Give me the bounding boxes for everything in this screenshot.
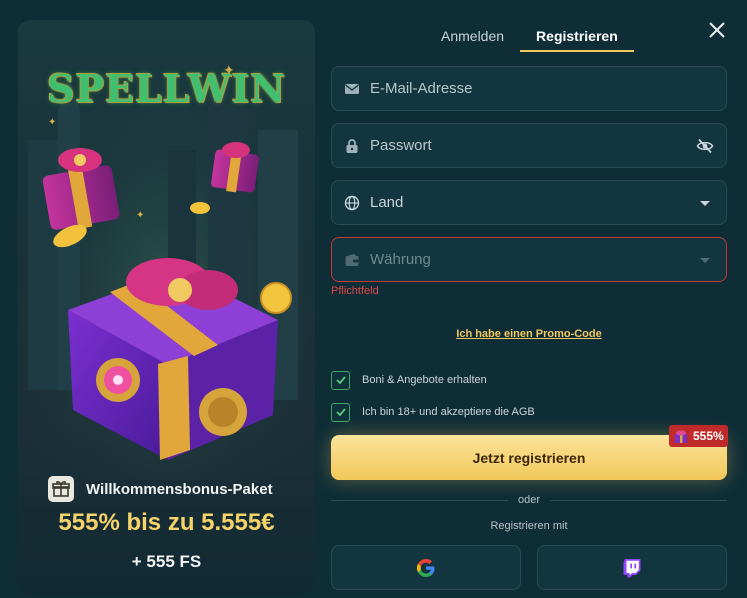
or-divider: oder	[331, 492, 727, 508]
mail-icon	[345, 83, 359, 94]
svg-text:✦: ✦	[136, 210, 144, 221]
terms-checkbox-row[interactable]: Ich bin 18+ und akzeptiere die AGB	[331, 402, 535, 422]
password-field[interactable]	[331, 123, 727, 168]
twitch-signup-button[interactable]	[537, 545, 727, 590]
divider-line	[550, 499, 727, 501]
globe-icon	[344, 195, 360, 210]
register-button[interactable]: Jetzt registrieren	[331, 435, 727, 480]
tab-login[interactable]: Anmelden	[425, 20, 520, 52]
wallet-icon	[345, 253, 359, 266]
eye-off-icon[interactable]	[696, 137, 714, 155]
currency-error-text: Pflichtfeld	[331, 285, 379, 297]
email-field[interactable]	[331, 66, 727, 111]
offers-checkbox-label: Boni & Angebote erhalten	[362, 374, 487, 386]
gift-icon	[675, 430, 687, 443]
divider-text: oder	[517, 494, 541, 506]
bonus-free-spins: + 555 FS	[131, 552, 202, 571]
terms-checkbox-label: Ich bin 18+ und akzeptiere die AGB	[362, 406, 535, 418]
bonus-badge: 555%	[669, 425, 728, 447]
terms-checkbox[interactable]	[331, 402, 350, 422]
google-signup-button[interactable]	[331, 545, 521, 590]
currency-label: Währung	[370, 251, 431, 268]
auth-tabs: Anmelden Registrieren	[425, 20, 634, 52]
bonus-title: Willkommensbonus-Paket	[86, 480, 273, 498]
email-input[interactable]	[370, 80, 714, 97]
check-icon	[335, 408, 346, 417]
google-icon	[417, 558, 435, 577]
twitch-icon	[623, 558, 641, 577]
currency-select[interactable]: Währung	[331, 237, 727, 282]
promo-panel: ✦ ✦ ✦ SPELLWIN Willkommensbonus-Paket 55…	[18, 20, 315, 596]
registration-modal: ✦ ✦ ✦ SPELLWIN Willkommensbonus-Paket 55…	[0, 0, 747, 598]
password-input[interactable]	[370, 137, 686, 154]
divider-line	[331, 499, 508, 501]
offers-checkbox[interactable]	[331, 370, 350, 390]
check-icon	[335, 376, 346, 385]
chevron-down-icon	[700, 200, 710, 206]
bonus-badge-text: 555%	[693, 429, 724, 443]
bonus-amount: 555% bis zu 5.555€	[58, 509, 275, 536]
close-icon[interactable]	[705, 18, 729, 42]
bonus-header: Willkommensbonus-Paket	[48, 476, 273, 502]
promo-code-link[interactable]: Ich habe einen Promo-Code	[331, 328, 727, 340]
offers-checkbox-row[interactable]: Boni & Angebote erhalten	[331, 370, 487, 390]
gift-icon	[48, 476, 74, 502]
country-select[interactable]: Land	[331, 180, 727, 225]
tab-register[interactable]: Registrieren	[520, 20, 634, 52]
register-with-label: Registrieren mit	[490, 520, 568, 532]
country-label: Land	[370, 194, 404, 211]
spellwin-logo: SPELLWIN	[18, 66, 315, 111]
svg-text:✦: ✦	[48, 117, 56, 128]
chevron-down-icon	[700, 257, 710, 263]
logo-text: SPELLWIN	[46, 66, 287, 111]
lock-icon	[346, 138, 358, 153]
